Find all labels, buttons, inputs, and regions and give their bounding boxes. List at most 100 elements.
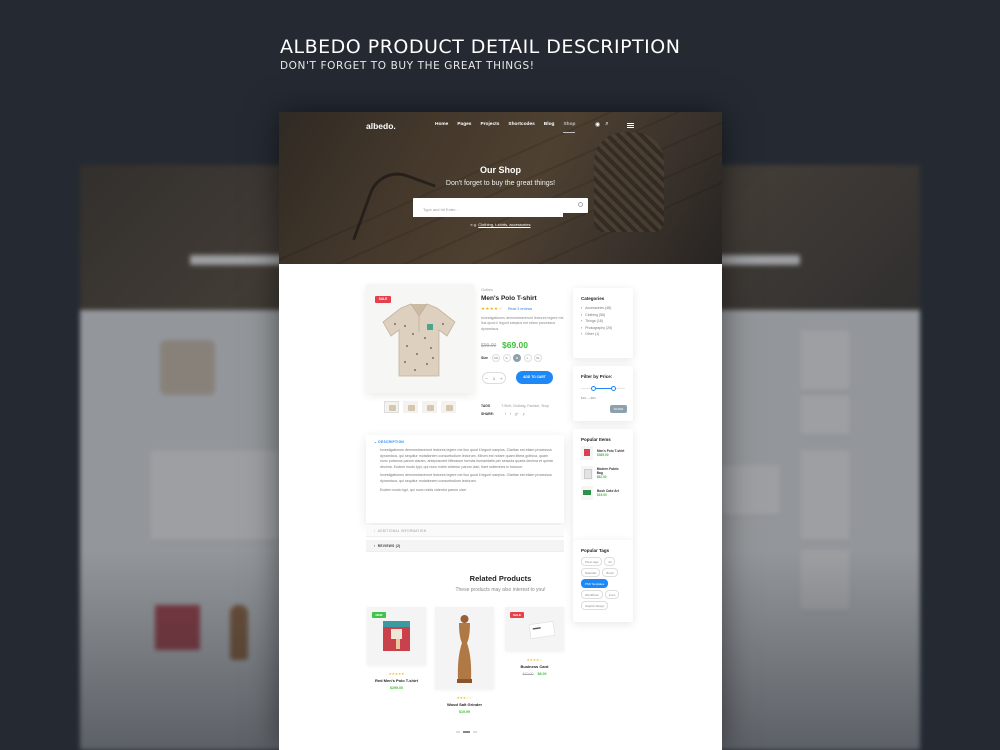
shop-page: albedo. Home Pages Projects Shortcodes B… xyxy=(279,112,722,750)
eg-links[interactable]: Clothing, t-shirts, accessories xyxy=(478,222,530,227)
tag[interactable]: All xyxy=(604,557,616,566)
item-price: $82.00 xyxy=(596,475,607,479)
filter-button[interactable]: FILTER xyxy=(610,405,627,413)
thumbnail-4[interactable] xyxy=(441,401,456,413)
search-icon[interactable]: ⌕ xyxy=(605,121,608,128)
product-rating: ★★★★☆ xyxy=(481,306,503,311)
thumbnail-2[interactable] xyxy=(403,401,418,413)
cart-icon[interactable]: ◉ xyxy=(595,121,600,128)
popular-title: Popular Items xyxy=(581,437,611,442)
sale-badge: SALE xyxy=(375,296,391,303)
description-tab-panel: ⌄ DESCRIPTION Investigationes demonstrav… xyxy=(366,435,564,523)
qty-plus-button[interactable]: + xyxy=(500,376,502,381)
popular-item[interactable]: Book Cake Art $15.00 xyxy=(581,486,625,500)
nav-item-blog[interactable]: Blog xyxy=(544,122,555,133)
nav-item-shop[interactable]: Shop xyxy=(563,122,576,133)
popular-items-widget: Popular Items Men's Polo T-shirt $389.00… xyxy=(573,429,633,541)
pinterest-icon[interactable]: p xyxy=(523,412,525,416)
nav-item-home[interactable]: Home xyxy=(435,122,448,133)
categories-widget: Categories Accessories (48) Clothing (56… xyxy=(573,288,633,358)
related-product-card[interactable]: SALE ★★★★☆ Business Card $10.00 $8.00 xyxy=(505,607,564,676)
twitter-icon[interactable]: t xyxy=(510,412,511,416)
pagination-dot-active[interactable] xyxy=(463,731,470,733)
related-product-image[interactable] xyxy=(435,607,494,689)
popular-item[interactable]: Men's Polo T-shirt $389.00 xyxy=(581,446,625,460)
tag[interactable]: Photo tags xyxy=(581,557,603,566)
categories-title: Categories xyxy=(581,296,605,301)
pagination-dot[interactable] xyxy=(456,731,460,733)
size-l[interactable]: L xyxy=(523,354,532,362)
item-price: $15.00 xyxy=(597,493,607,497)
product-category[interactable]: Clothes xyxy=(481,288,493,292)
popular-item[interactable]: Modern Fabric Bag $82.00 xyxy=(581,466,625,480)
hero-subtitle: Don't forget to buy the great things! xyxy=(445,180,556,187)
new-badge: NEW xyxy=(372,612,386,618)
size-selector: XS S M L XL xyxy=(492,354,542,362)
product-description: Investigationes demonstraverunt lectores… xyxy=(481,316,564,331)
price-filter-widget: Filter by Price: $10 — $84 FILTER xyxy=(573,366,633,421)
related-name[interactable]: Red Men's Polo T-shirt xyxy=(367,678,426,683)
carousel-pagination xyxy=(456,731,477,733)
related-name[interactable]: Wood Salt Grinder xyxy=(435,702,494,707)
tab-description[interactable]: ⌄ DESCRIPTION xyxy=(374,440,404,444)
qty-value[interactable]: 1 xyxy=(493,376,495,381)
headline-subtitle: DON'T FORGET TO BUY THE GREAT THINGS! xyxy=(280,60,535,72)
related-rating: ★★★★☆ xyxy=(526,658,543,662)
item-price: $389.00 xyxy=(597,453,609,457)
related-price: $19.99 xyxy=(459,710,470,714)
related-product-card[interactable]: NEW ★★★★★ Red Men's Polo T-shirt $299.00 xyxy=(367,607,426,690)
salt-grinder-image xyxy=(457,615,472,683)
pagination-dot[interactable] xyxy=(473,731,477,733)
slider-min-handle[interactable] xyxy=(591,386,596,391)
size-xl[interactable]: XL xyxy=(534,354,542,362)
polo-shirt-image xyxy=(382,303,456,377)
nav-item-projects[interactable]: Projects xyxy=(480,122,499,133)
thumbnail-3[interactable] xyxy=(422,401,437,413)
tab-additional-information[interactable]: › ADDITIONAL INFORMATION xyxy=(366,525,564,537)
thumbnail-1[interactable] xyxy=(384,401,399,413)
search-icon[interactable] xyxy=(578,202,583,207)
reviews-link[interactable]: Read 3 reviews xyxy=(508,307,532,311)
hero-banner: albedo. Home Pages Projects Shortcodes B… xyxy=(279,112,722,264)
tags-list[interactable]: T-Shirt, Clothing, Fashion, Shop xyxy=(501,404,549,408)
item-thumbnail xyxy=(581,446,593,460)
google-plus-icon[interactable]: g+ xyxy=(515,412,519,416)
product-name: Men's Polo T-shirt xyxy=(481,295,537,302)
related-rating: ★★★☆☆ xyxy=(456,696,473,700)
share-label: SHARE: xyxy=(481,412,494,416)
nav-item-shortcodes[interactable]: Shortcodes xyxy=(508,122,534,133)
size-xs[interactable]: XS xyxy=(492,354,500,362)
description-paragraph: Eodem modo typi, qui nunc nobis videntur… xyxy=(380,487,467,492)
add-to-cart-button[interactable]: ADD TO CART xyxy=(516,371,553,384)
related-product-image[interactable]: NEW xyxy=(367,607,426,665)
size-label: Size xyxy=(481,356,489,360)
description-paragraph: Investigationes demonstraverunt lectores… xyxy=(380,473,552,483)
filter-title: Filter by Price: xyxy=(581,374,613,379)
tags-title: Popular Tags xyxy=(581,548,610,553)
tag[interactable]: Graphic Design xyxy=(581,601,609,610)
hero-title: Our Shop xyxy=(480,165,521,175)
search-input[interactable] xyxy=(413,202,563,217)
related-price: $10.00 $8.00 xyxy=(522,672,547,676)
nav-item-pages[interactable]: Pages xyxy=(457,122,471,133)
logo[interactable]: albedo. xyxy=(366,121,396,131)
current-price: $69.00 xyxy=(502,340,528,350)
eg-prefix: e.g. xyxy=(470,222,478,227)
related-product-card[interactable]: ★★★☆☆ Wood Salt Grinder $19.99 xyxy=(435,607,494,714)
category-other[interactable]: Other (1) xyxy=(581,331,625,338)
size-s[interactable]: S xyxy=(502,354,511,362)
menu-icon[interactable] xyxy=(627,123,634,128)
old-price: $99.00 xyxy=(481,343,497,349)
headline: ALBEDO PRODUCT DETAIL DESCRIPTION DON'T … xyxy=(280,36,680,72)
facebook-icon[interactable]: f xyxy=(505,412,506,416)
related-name[interactable]: Business Card xyxy=(505,664,564,669)
qty-minus-button[interactable]: − xyxy=(486,376,488,381)
size-m[interactable]: M xyxy=(513,354,521,362)
slider-max-handle[interactable] xyxy=(611,386,616,391)
price-slider xyxy=(581,385,625,391)
tab-reviews[interactable]: › REVIEWS (2) xyxy=(366,540,564,552)
related-title: Related Products xyxy=(469,574,532,583)
headline-title: ALBEDO PRODUCT DETAIL DESCRIPTION xyxy=(280,36,681,58)
related-product-image[interactable]: SALE xyxy=(505,607,564,651)
sale-badge: SALE xyxy=(510,612,524,618)
